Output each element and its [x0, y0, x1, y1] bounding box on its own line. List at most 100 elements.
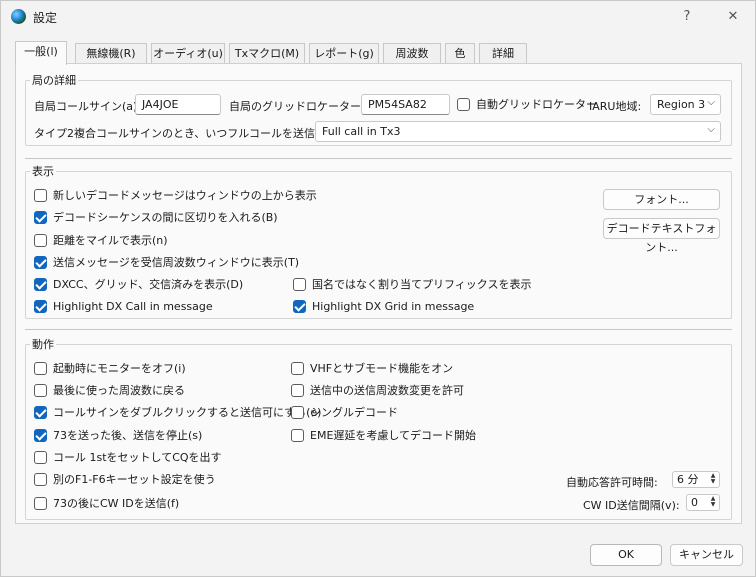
behavior-option-label: 最後に使った周波数に戻る — [53, 384, 185, 397]
behavior-check[interactable] — [34, 428, 47, 442]
auto-grid-check[interactable] — [457, 97, 470, 111]
behavior-check[interactable] — [291, 361, 304, 375]
behavior-option-label: コール 1stをセットしてCQを出す — [53, 451, 222, 464]
display-option[interactable]: 国名ではなく割り当てプリフィックスを表示 — [293, 276, 531, 292]
behavior-option[interactable]: 別のF1-F6キーセット設定を使う — [34, 471, 216, 487]
display-check[interactable] — [34, 233, 47, 247]
iaru-region-value: Region 3 — [657, 98, 706, 111]
divider — [25, 158, 732, 159]
behavior-option-label: コールサインをダブルクリックすると送信可にする(e) — [53, 406, 322, 419]
behavior-option-label: EME遅延を考慮してデコード開始 — [310, 429, 477, 442]
auto-reply-label: 自動応答許可時間: — [566, 476, 658, 489]
window-title: 設定 — [33, 11, 58, 25]
iaru-label: IARU地域: — [589, 100, 642, 113]
behavior-option[interactable]: 最後に使った周波数に戻る — [34, 382, 185, 398]
help-button[interactable]: ? — [675, 7, 699, 27]
grid-label: 自局のグリッドロケーター(y): — [229, 100, 380, 113]
display-option-label: DXCC、グリッド、交信済みを表示(D) — [53, 278, 244, 291]
display-option-label: 送信メッセージを受信周波数ウィンドウに表示(T) — [53, 256, 300, 269]
behavior-check[interactable] — [291, 428, 304, 442]
globe-icon — [11, 9, 26, 24]
tab-tx-macros[interactable]: Txマクロ(M) — [229, 43, 305, 64]
display-option[interactable]: デコードシーケンスの間に区切りを入れる(B) — [34, 209, 278, 225]
behavior-check[interactable] — [291, 383, 304, 397]
behavior-option-label: 73を送った後、送信を停止(s) — [53, 429, 203, 442]
tab-frequencies[interactable]: 周波数 — [383, 43, 441, 64]
behavior-option-label: 起動時にモニターをオフ(i) — [53, 362, 186, 375]
display-option-label: Highlight DX Grid in message — [312, 299, 475, 313]
iaru-region-select[interactable]: Region 3 ⌵ — [650, 94, 721, 115]
behavior-option[interactable]: VHFとサブモード機能をオン — [291, 360, 453, 376]
spin-arrows-icon[interactable]: ▲ ▼ — [708, 473, 718, 486]
cancel-button[interactable]: キャンセル — [670, 544, 743, 566]
settings-window: 設定 ? ✕ 一般(l) 無線機(R) オーディオ(u) Txマクロ(M) レポ… — [0, 0, 756, 577]
display-option[interactable]: Highlight DX Grid in message — [293, 298, 474, 314]
display-option[interactable]: 新しいデコードメッセージはウィンドウの上から表示 — [34, 187, 317, 203]
display-option[interactable]: 送信メッセージを受信周波数ウィンドウに表示(T) — [34, 254, 299, 270]
type2-value: Full call in Tx3 — [322, 125, 401, 138]
display-option[interactable]: Highlight DX Call in message — [34, 298, 213, 314]
tab-audio[interactable]: オーディオ(u) — [151, 43, 225, 64]
display-option-label: 国名ではなく割り当てプリフィックスを表示 — [312, 278, 532, 291]
behavior-option-label: 73の後にCW IDを送信(f) — [53, 497, 180, 510]
decode-font-button[interactable]: デコードテキストフォント... — [603, 218, 720, 254]
behavior-option[interactable]: 起動時にモニターをオフ(i) — [34, 360, 186, 376]
spin-arrows-icon[interactable]: ▲ ▼ — [708, 496, 718, 509]
auto-reply-spinbox[interactable]: 6 分 ▲ ▼ — [672, 471, 720, 488]
behavior-check[interactable] — [34, 405, 47, 419]
callsign-field[interactable]: JA4JOE — [135, 94, 221, 115]
tab-radio[interactable]: 無線機(R) — [75, 43, 147, 64]
behavior-option-label: シングルデコード — [310, 406, 398, 419]
divider — [25, 329, 732, 330]
tab-reporting[interactable]: レポート(g) — [309, 43, 379, 64]
type2-label: タイプ2複合コールサインのとき、いつフルコールを送信するか: — [34, 127, 352, 140]
chevron-down-icon: ⌵ — [707, 97, 715, 108]
cw-id-value: 0 — [691, 496, 698, 509]
behavior-check[interactable] — [34, 383, 47, 397]
behavior-option[interactable]: 73を送った後、送信を停止(s) — [34, 427, 202, 443]
auto-grid-checkbox[interactable]: 自動グリッドロケーター — [457, 96, 597, 112]
behavior-check[interactable] — [34, 472, 47, 486]
display-option[interactable]: DXCC、グリッド、交信済みを表示(D) — [34, 276, 243, 292]
display-check[interactable] — [34, 299, 47, 313]
display-check[interactable] — [34, 277, 47, 291]
behavior-option[interactable]: 送信中の送信周波数変更を許可 — [291, 382, 464, 398]
display-option-label: デコードシーケンスの間に区切りを入れる(B) — [53, 211, 278, 224]
display-check[interactable] — [34, 188, 47, 202]
cw-id-label: CW ID送信間隔(v): — [583, 499, 680, 512]
behavior-option-label: 送信中の送信周波数変更を許可 — [310, 384, 464, 397]
cw-id-spinbox[interactable]: 0 ▲ ▼ — [686, 494, 720, 511]
grid-field[interactable]: PM54SA82 — [361, 94, 450, 115]
behavior-check[interactable] — [34, 450, 47, 464]
display-check[interactable] — [34, 255, 47, 269]
close-button[interactable]: ✕ — [721, 7, 745, 27]
behavior-title: 動作 — [30, 336, 56, 352]
font-button[interactable]: フォント... — [603, 189, 720, 210]
display-check[interactable] — [293, 299, 306, 313]
display-option[interactable]: 距離をマイルで表示(n) — [34, 232, 168, 248]
display-option-label: 距離をマイルで表示(n) — [53, 234, 168, 247]
callsign-label: 自局コールサイン(a): — [34, 100, 142, 113]
behavior-check[interactable] — [34, 361, 47, 375]
behavior-option-label: 別のF1-F6キーセット設定を使う — [53, 473, 216, 486]
display-check[interactable] — [34, 210, 47, 224]
tab-colors[interactable]: 色 — [445, 43, 475, 64]
tab-general[interactable]: 一般(l) — [15, 41, 67, 65]
behavior-option[interactable]: EME遅延を考慮してデコード開始 — [291, 427, 476, 443]
display-option-label: Highlight DX Call in message — [53, 299, 213, 313]
behavior-option[interactable]: コール 1stをセットしてCQを出す — [34, 449, 222, 465]
title-bar: 設定 ? ✕ — [1, 1, 755, 32]
behavior-check[interactable] — [291, 405, 304, 419]
display-check[interactable] — [293, 277, 306, 291]
tab-advanced[interactable]: 詳細 — [479, 43, 527, 64]
behavior-option[interactable]: シングルデコード — [291, 404, 398, 420]
chevron-down-icon: ⌵ — [707, 124, 715, 135]
ok-button[interactable]: OK — [590, 544, 662, 566]
behavior-option-label: VHFとサブモード機能をオン — [310, 362, 454, 375]
type2-select[interactable]: Full call in Tx3 ⌵ — [315, 121, 721, 142]
behavior-option[interactable]: コールサインをダブルクリックすると送信可にする(e) — [34, 404, 321, 420]
station-details-title: 局の詳細 — [30, 72, 78, 88]
behavior-check[interactable] — [34, 496, 47, 510]
auto-grid-label: 自動グリッドロケーター — [476, 98, 597, 111]
behavior-option[interactable]: 73の後にCW IDを送信(f) — [34, 495, 179, 511]
